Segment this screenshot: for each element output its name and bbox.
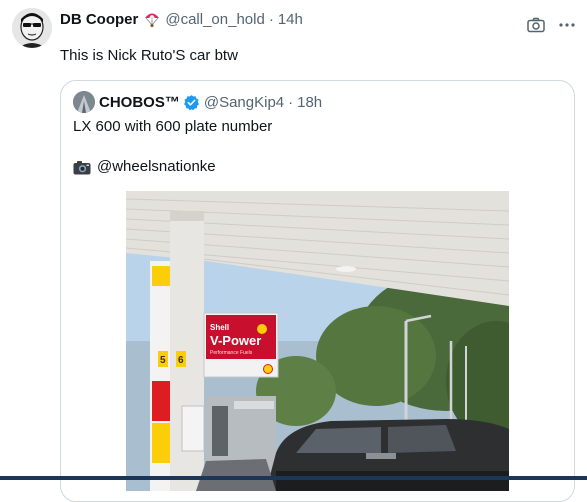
avatar[interactable] xyxy=(12,8,52,48)
shell-sign-brand: Shell xyxy=(210,323,229,332)
quote-author-handle[interactable]: @SangKip4 xyxy=(204,94,284,111)
quote-text-line2: @wheelsnationke xyxy=(73,157,216,177)
shell-sign-product: V-Power xyxy=(210,333,261,348)
camera-emoji-icon xyxy=(73,160,91,175)
pump-number-6: 6 xyxy=(178,355,184,366)
timestamp[interactable]: 14h xyxy=(278,11,303,28)
gas-station-photo: Shell V-Power Performance Fuels 5 6 xyxy=(126,191,509,491)
quote-avatar[interactable] xyxy=(73,91,95,113)
tweet-header: DB Cooper @call_on_hold · 14h xyxy=(60,9,303,29)
camera-icon[interactable] xyxy=(525,14,547,36)
quoted-tweet[interactable]: CHOBOS™ @SangKip4 · 18h LX 600 with 600 … xyxy=(60,80,575,502)
pump-number-5: 5 xyxy=(160,355,166,366)
bottom-bar xyxy=(0,476,587,480)
quote-header: CHOBOS™ @SangKip4 · 18h xyxy=(73,91,322,113)
quote-photo[interactable]: Shell V-Power Performance Fuels 5 6 xyxy=(126,191,509,491)
author-name[interactable]: DB Cooper xyxy=(60,11,138,28)
quote-text-line1: LX 600 with 600 plate number xyxy=(73,118,273,135)
author-handle[interactable]: @call_on_hold xyxy=(165,11,264,28)
more-icon[interactable] xyxy=(556,14,578,36)
parachute-icon xyxy=(143,10,161,28)
separator-dot: · xyxy=(268,10,274,28)
verified-badge-icon xyxy=(183,94,200,111)
tweet-text: This is Nick Ruto'S car btw xyxy=(60,47,238,64)
tweet[interactable]: DB Cooper @call_on_hold · 14h This is Ni… xyxy=(0,0,587,502)
quote-author-name[interactable]: CHOBOS™ xyxy=(99,94,180,111)
avatar-image xyxy=(12,8,52,48)
mention-link[interactable]: @wheelsnationke xyxy=(97,157,216,177)
quote-timestamp[interactable]: 18h xyxy=(297,94,322,111)
quote-separator-dot: · xyxy=(288,93,294,111)
shell-sign-sub: Performance Fuels xyxy=(210,350,253,356)
